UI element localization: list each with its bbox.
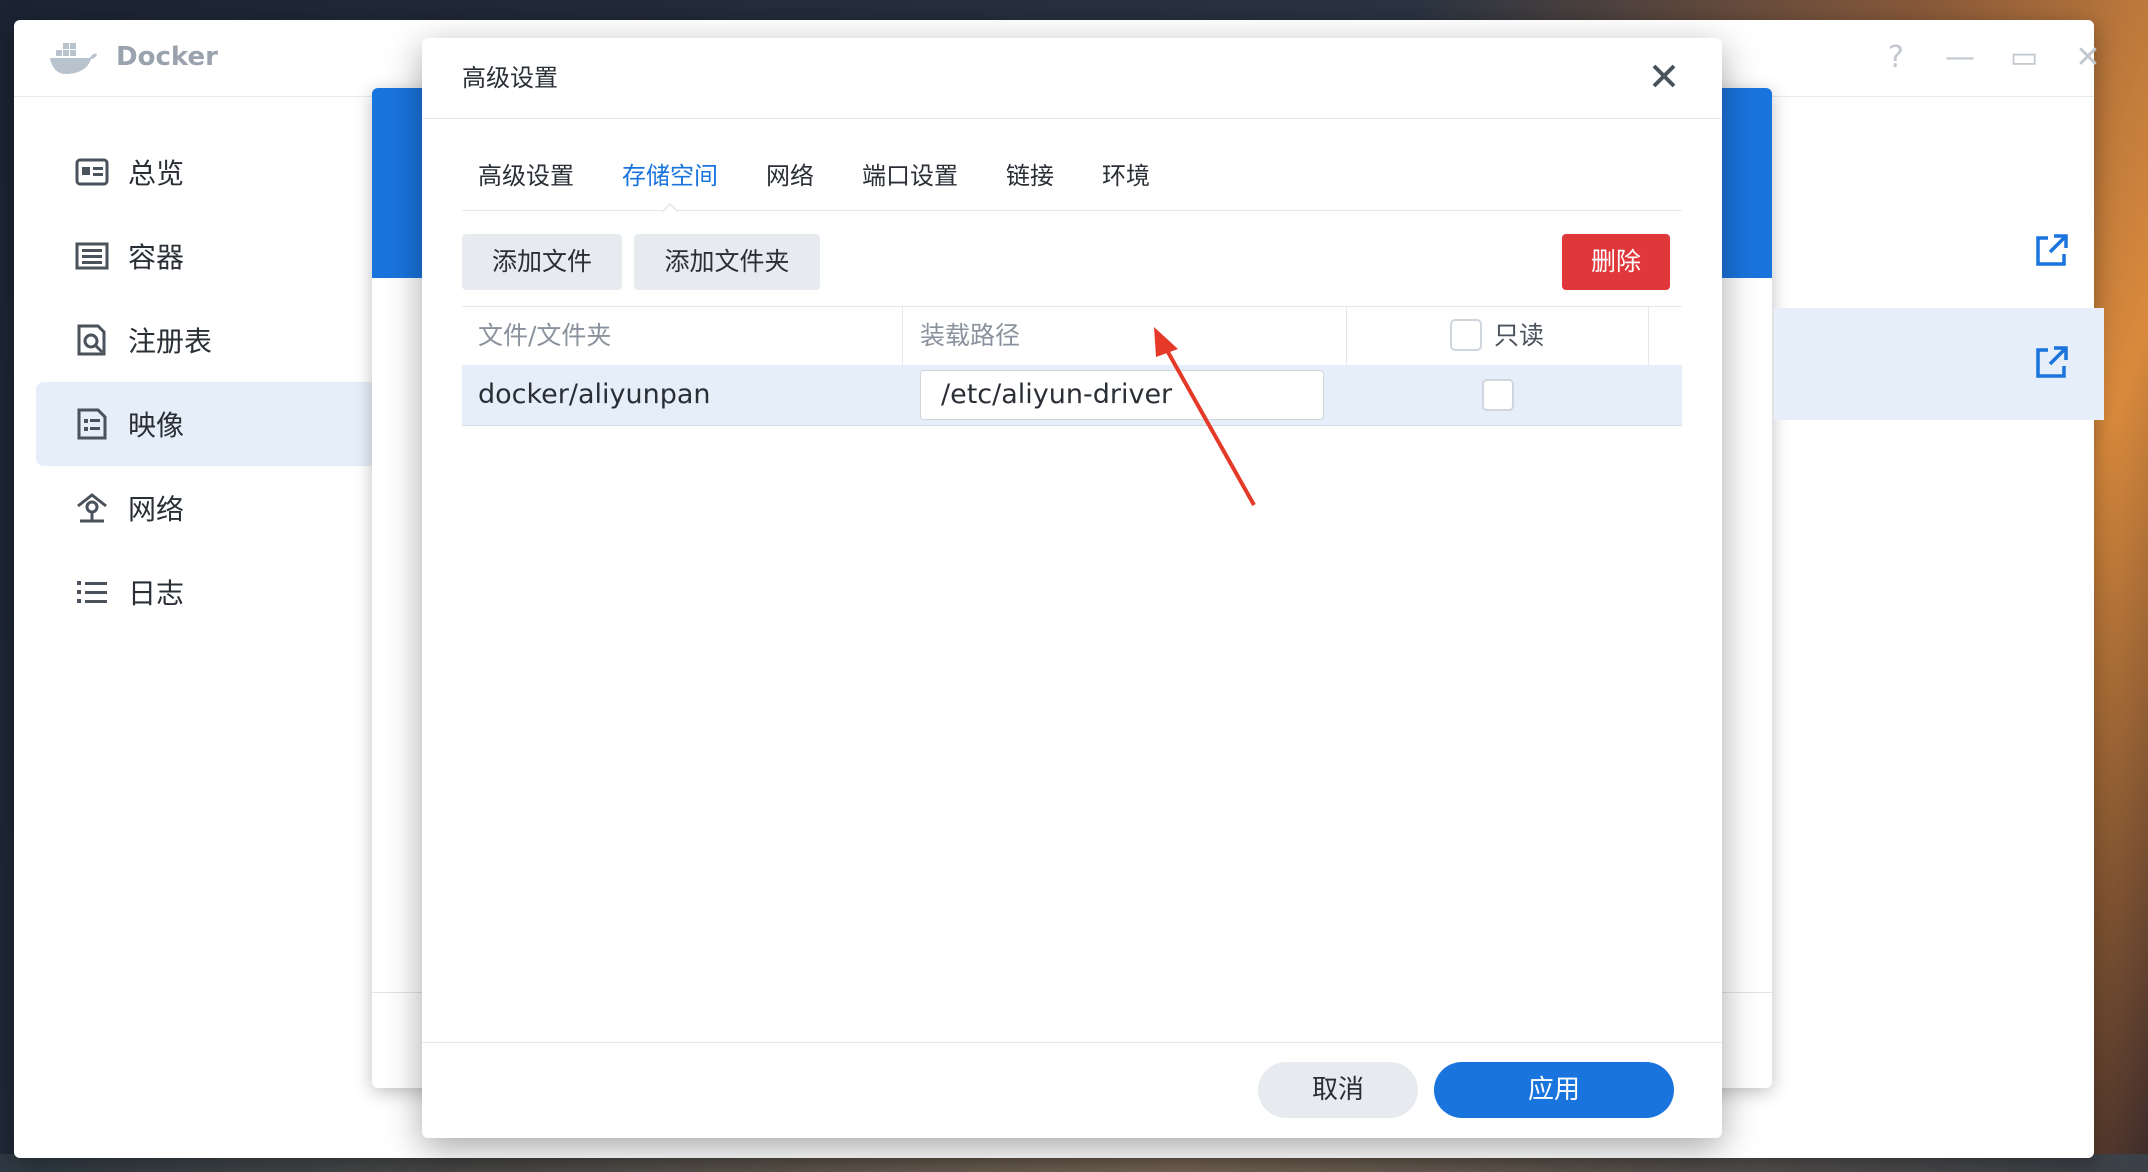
table-row[interactable]: docker/aliyunpan /etc/aliyun-driver [462, 365, 1682, 426]
sidebar-item-label: 注册表 [128, 325, 213, 358]
dialog-title: 高级设置 [462, 64, 558, 92]
external-link-icon[interactable] [2034, 344, 2070, 380]
advanced-settings-dialog: 高级设置 高级设置 存储空间 网络 端口设置 链接 环境 添加文件 添加文件夹 … [422, 38, 1722, 1138]
network-icon [74, 490, 110, 526]
close-icon[interactable] [1646, 58, 1682, 94]
delete-button[interactable]: 删除 [1562, 234, 1670, 290]
tab-network[interactable]: 网络 [766, 158, 814, 194]
tab-advanced[interactable]: 高级设置 [478, 158, 574, 194]
sidebar-item-container[interactable]: 容器 [36, 214, 396, 298]
sidebar-item-network[interactable]: 网络 [36, 466, 396, 550]
image-icon [74, 406, 110, 442]
column-divider [1346, 307, 1347, 365]
tab-bar: 高级设置 存储空间 网络 端口设置 链接 环境 [462, 146, 1682, 213]
image-list [1774, 196, 2104, 420]
table-header: 文件/文件夹 装载路径 只读 [462, 306, 1682, 365]
column-divider [1648, 307, 1649, 365]
maximize-icon[interactable]: ▭ [2004, 38, 2044, 78]
log-icon [74, 574, 110, 610]
column-header-readonly: 只读 [1494, 321, 1545, 350]
sidebar-item-label: 映像 [128, 409, 185, 442]
sidebar-item-overview[interactable]: 总览 [36, 130, 396, 214]
container-icon [74, 238, 110, 274]
file-folder-cell: docker/aliyunpan [478, 379, 711, 410]
sidebar-item-label: 容器 [128, 241, 185, 274]
annotation-arrow-icon [1154, 327, 1256, 506]
column-header-mount-path: 装载路径 [920, 321, 1021, 350]
list-item[interactable] [1774, 308, 2104, 420]
sidebar-item-label: 总览 [128, 157, 185, 190]
column-divider [902, 307, 903, 365]
dialog-footer [422, 1042, 1722, 1043]
add-file-button[interactable]: 添加文件 [462, 234, 622, 290]
column-header-file-folder: 文件/文件夹 [478, 321, 612, 350]
help-icon[interactable]: ? [1876, 38, 1916, 78]
readonly-checkbox[interactable] [1482, 379, 1514, 411]
storage-table: 文件/文件夹 装载路径 只读 docker/aliyunpan /etc/ali… [462, 306, 1682, 426]
minimize-icon[interactable]: — [1940, 38, 1980, 78]
sidebar-item-label: 日志 [128, 577, 185, 610]
app-title: Docker [116, 42, 218, 72]
tab-port-settings[interactable]: 端口设置 [862, 158, 958, 194]
sidebar-item-label: 网络 [128, 493, 185, 526]
apply-button[interactable]: 应用 [1434, 1062, 1674, 1118]
list-item[interactable] [1774, 196, 2104, 308]
external-link-icon[interactable] [2034, 232, 2070, 268]
sidebar: 总览 容器 注册表 映像 网络 日志 [36, 130, 396, 634]
overview-icon [74, 154, 110, 190]
close-window-icon[interactable]: ✕ [2068, 38, 2108, 78]
cancel-button[interactable]: 取消 [1258, 1062, 1418, 1118]
tab-storage[interactable]: 存储空间 [622, 158, 718, 194]
sidebar-item-image[interactable]: 映像 [36, 382, 396, 466]
readonly-header-checkbox[interactable] [1450, 319, 1482, 351]
dialog-header: 高级设置 [422, 38, 1722, 119]
add-folder-button[interactable]: 添加文件夹 [634, 234, 820, 290]
active-tab-indicator [662, 202, 678, 213]
docker-logo-icon [48, 38, 98, 78]
tab-links[interactable]: 链接 [1006, 158, 1054, 194]
sidebar-item-log[interactable]: 日志 [36, 550, 396, 634]
tab-environment[interactable]: 环境 [1102, 158, 1150, 194]
sidebar-item-registry[interactable]: 注册表 [36, 298, 396, 382]
registry-icon [74, 322, 110, 358]
